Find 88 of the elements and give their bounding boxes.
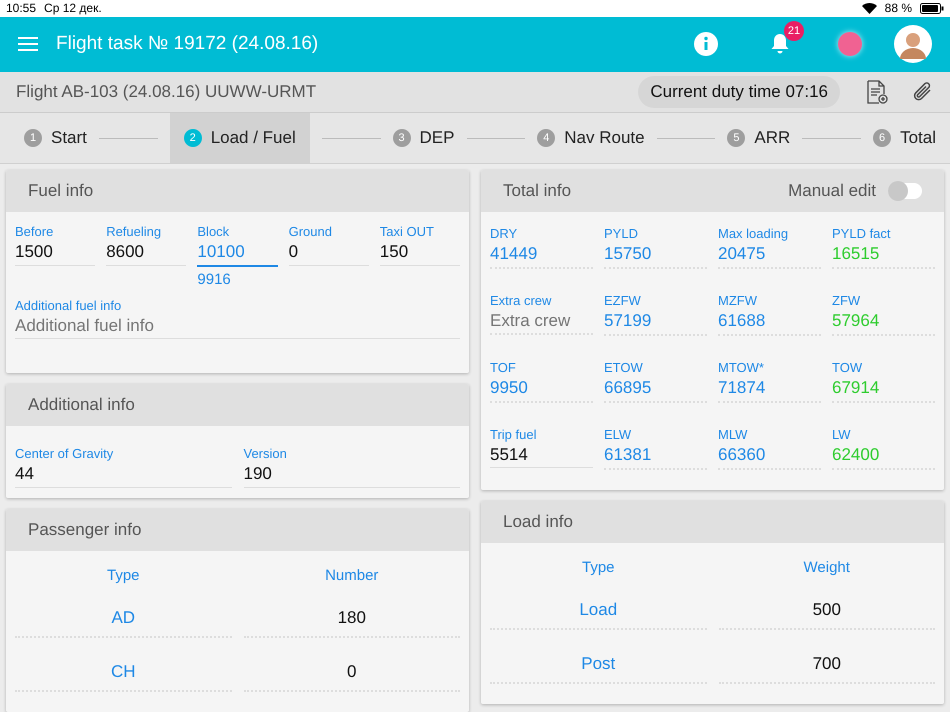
field-label: Extra crew — [490, 293, 552, 309]
field-label: Max loading — [718, 226, 790, 242]
manual-edit-switch[interactable] — [888, 183, 922, 199]
field-label: PYLD fact — [832, 226, 892, 242]
field-label: Version — [244, 446, 288, 462]
input-field[interactable]: 5514 — [490, 443, 593, 468]
card-title: Additional info — [28, 395, 135, 415]
field-label: LW — [832, 427, 852, 443]
field-label: MLW — [718, 427, 748, 443]
field-value: 71874 — [718, 376, 821, 403]
table-cell: 700 — [718, 644, 935, 684]
flight-title: Flight AB-103 (24.08.16) UUWW-URMT — [16, 82, 316, 102]
field-value: 61381 — [604, 443, 707, 470]
field-value: 20475 — [718, 242, 821, 269]
step-tab[interactable]: 1 Start — [24, 113, 87, 163]
field-value: 62400 — [832, 443, 935, 470]
column-header: Type — [106, 566, 141, 586]
table-cell: 500 — [718, 590, 935, 630]
field-value: 15750 — [604, 242, 707, 269]
column-header: Number — [324, 566, 380, 586]
card-title: Fuel info — [28, 181, 94, 201]
column-header: Type — [580, 558, 616, 578]
field-value: 67914 — [832, 376, 935, 403]
field-label: Ground — [288, 224, 333, 240]
field-value: 57964 — [832, 309, 935, 336]
step-tab[interactable]: 4 Nav Route — [537, 113, 645, 163]
field-value: 61688 — [718, 309, 821, 336]
field-label: Before — [15, 224, 54, 240]
table-cell: CH — [15, 652, 232, 692]
input-field[interactable]: 44 — [15, 462, 232, 488]
field-label: Additional fuel info — [15, 298, 122, 314]
table-cell: 0 — [244, 652, 460, 692]
input-field[interactable]: 150 — [380, 240, 460, 266]
field-value: 66360 — [718, 443, 821, 470]
wifi-icon — [862, 2, 877, 14]
column-header: Weight — [802, 558, 851, 578]
input-field[interactable]: Extra crew — [490, 309, 593, 335]
field-label: Block — [197, 224, 230, 240]
field-label: Refueling — [106, 224, 162, 240]
clock: 10:55 — [6, 1, 36, 16]
input-field[interactable]: 1500 — [15, 240, 96, 266]
field-label: TOF — [490, 360, 517, 376]
table-cell: Load — [490, 590, 706, 630]
field-label: ZFW — [832, 293, 862, 309]
field-label: Center of Gravity — [15, 446, 114, 462]
field-value: 16515 — [832, 242, 935, 269]
input-field[interactable]: Additional fuel info — [15, 314, 460, 339]
info-icon[interactable] — [694, 32, 718, 56]
field-value: 9950 — [490, 376, 593, 403]
field-hint: 9916 — [197, 271, 232, 288]
card-title: Passenger info — [28, 520, 142, 540]
notification-badge: 21 — [784, 21, 804, 42]
duty-time-chip: Current duty time 07:16 — [638, 76, 840, 108]
input-field[interactable]: 190 — [244, 462, 460, 488]
field-label: ELW — [604, 427, 632, 443]
card-title: Total info — [503, 181, 572, 201]
date: Ср 12 дек. — [44, 1, 102, 16]
step-tab[interactable]: 5 ARR — [727, 113, 790, 163]
status-dot — [838, 32, 862, 56]
field-label: ETOW — [604, 360, 644, 376]
table-cell: AD — [15, 598, 232, 638]
field-label: EZFW — [604, 293, 642, 309]
menu-icon[interactable] — [18, 36, 38, 52]
avatar[interactable] — [894, 25, 932, 64]
field-label: Taxi OUT — [380, 224, 435, 240]
card-title: Load info — [503, 512, 573, 532]
input-field[interactable]: 8600 — [106, 240, 186, 266]
field-label: MZFW — [718, 293, 758, 309]
bell-icon[interactable] — [770, 33, 790, 56]
window-title: Flight task № 19172 (24.08.16) — [56, 33, 318, 56]
step-tab[interactable]: 6 Total — [873, 113, 936, 163]
field-label: DRY — [490, 226, 518, 242]
field-label: PYLD — [604, 226, 639, 242]
field-value: 41449 — [490, 242, 593, 269]
battery-icon — [920, 2, 944, 14]
field-value: 57199 — [604, 309, 707, 336]
table-cell: Post — [490, 644, 706, 684]
field-value: 66895 — [604, 376, 707, 403]
field-label: Trip fuel — [490, 427, 538, 443]
battery-level: 88 % — [884, 1, 912, 16]
step-tab[interactable]: 2 Load / Fuel — [170, 113, 310, 163]
field-label: MTOW* — [718, 360, 765, 376]
table-cell: 180 — [244, 598, 460, 638]
input-field[interactable]: 0 — [288, 240, 369, 266]
document-add-icon[interactable] — [866, 80, 888, 104]
step-tab[interactable]: 3 DEP — [392, 113, 454, 163]
field-label: TOW — [832, 360, 864, 376]
toggle-label: Manual edit — [788, 181, 876, 201]
